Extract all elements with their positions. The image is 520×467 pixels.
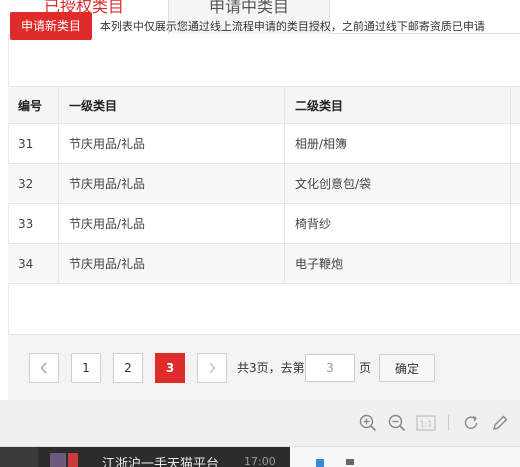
table-row: 32 节庆用品/礼品 文化创意包/袋 bbox=[8, 164, 520, 204]
cell-level1: 节庆用品/礼品 bbox=[59, 204, 285, 243]
notice-text: 本列表中仅展示您通过线上流程申请的类目授权，之前通过线下邮寄资质已申请 bbox=[99, 20, 485, 33]
goto-suffix: 页 bbox=[359, 361, 372, 375]
cell-extra bbox=[511, 124, 520, 163]
zoom-in-icon[interactable] bbox=[358, 413, 378, 433]
toolbar-row: 申请新类目 本列表中仅展示您通过线上流程申请的类目授权，之前通过线下邮寄资质已申… bbox=[10, 12, 520, 40]
toolbar-divider bbox=[448, 415, 449, 431]
confirm-button[interactable]: 确定 bbox=[379, 354, 435, 382]
pagination: 1 2 3 共3页，去第 页 确定 bbox=[8, 334, 520, 400]
cell-extra bbox=[511, 164, 520, 203]
cell-extra bbox=[511, 244, 520, 283]
image-viewer-toolbar: 1:1 bbox=[0, 400, 520, 446]
cell-id: 31 bbox=[8, 124, 59, 163]
cell-level2: 椅背纱 bbox=[285, 204, 511, 243]
header-level2: 二级类目 bbox=[285, 87, 511, 123]
apply-new-category-button[interactable]: 申请新类目 bbox=[10, 12, 92, 40]
cell-level1: 节庆用品/礼品 bbox=[59, 244, 285, 283]
header-level1: 一级类目 bbox=[59, 87, 285, 123]
cell-id: 33 bbox=[8, 204, 59, 243]
cell-extra bbox=[511, 204, 520, 243]
chevron-left-icon bbox=[40, 362, 47, 374]
table-row: 31 节庆用品/礼品 相册/相簿 bbox=[8, 124, 520, 164]
rotate-icon[interactable] bbox=[461, 413, 481, 433]
page-1-button[interactable]: 1 bbox=[71, 353, 101, 383]
cell-level2: 文化创意包/袋 bbox=[285, 164, 511, 203]
avatar-badge bbox=[68, 453, 78, 467]
app-root: 已授权类目 申请中类目 申请新类目 本列表中仅展示您通过线上流程申请的类目授权，… bbox=[0, 0, 520, 467]
chat-time: 17:00 bbox=[244, 455, 276, 467]
tray-app-icon[interactable] bbox=[316, 459, 324, 467]
cell-level1: 节庆用品/礼品 bbox=[59, 124, 285, 163]
table-header: 编号 一级类目 二级类目 bbox=[8, 86, 520, 124]
table-row: 33 节庆用品/礼品 椅背纱 bbox=[8, 204, 520, 244]
cell-id: 34 bbox=[8, 244, 59, 283]
edit-icon[interactable] bbox=[490, 413, 510, 433]
category-table: 编号 一级类目 二级类目 31 节庆用品/礼品 相册/相簿 32 节庆用品/礼品… bbox=[8, 86, 520, 284]
cell-id: 32 bbox=[8, 164, 59, 203]
tray-icon[interactable] bbox=[346, 459, 354, 465]
table-row: 34 节庆用品/礼品 电子鞭炮 bbox=[8, 244, 520, 284]
avatar bbox=[50, 453, 66, 467]
zoom-out-icon[interactable] bbox=[387, 413, 407, 433]
goto-label: 共3页，去第 bbox=[237, 361, 305, 375]
cell-level1: 节庆用品/礼品 bbox=[59, 164, 285, 203]
chevron-right-icon bbox=[209, 362, 216, 374]
taskbar: 江浙沪一手天猫平台 17:00 bbox=[0, 446, 520, 467]
actual-size-icon[interactable]: 1:1 bbox=[416, 413, 436, 433]
page-2-button[interactable]: 2 bbox=[113, 353, 143, 383]
chat-title: 江浙沪一手天猫平台 bbox=[102, 457, 220, 467]
header-id: 编号 bbox=[8, 87, 59, 123]
taskbar-left bbox=[0, 447, 38, 467]
next-page-button[interactable] bbox=[197, 353, 227, 383]
page-3-button-current[interactable]: 3 bbox=[155, 353, 185, 383]
header-extra bbox=[511, 87, 520, 123]
prev-page-button[interactable] bbox=[29, 353, 59, 383]
goto-page-input[interactable] bbox=[305, 354, 355, 382]
cell-level2: 电子鞭炮 bbox=[285, 244, 511, 283]
actual-size-label: 1:1 bbox=[420, 420, 433, 429]
cell-level2: 相册/相簿 bbox=[285, 124, 511, 163]
